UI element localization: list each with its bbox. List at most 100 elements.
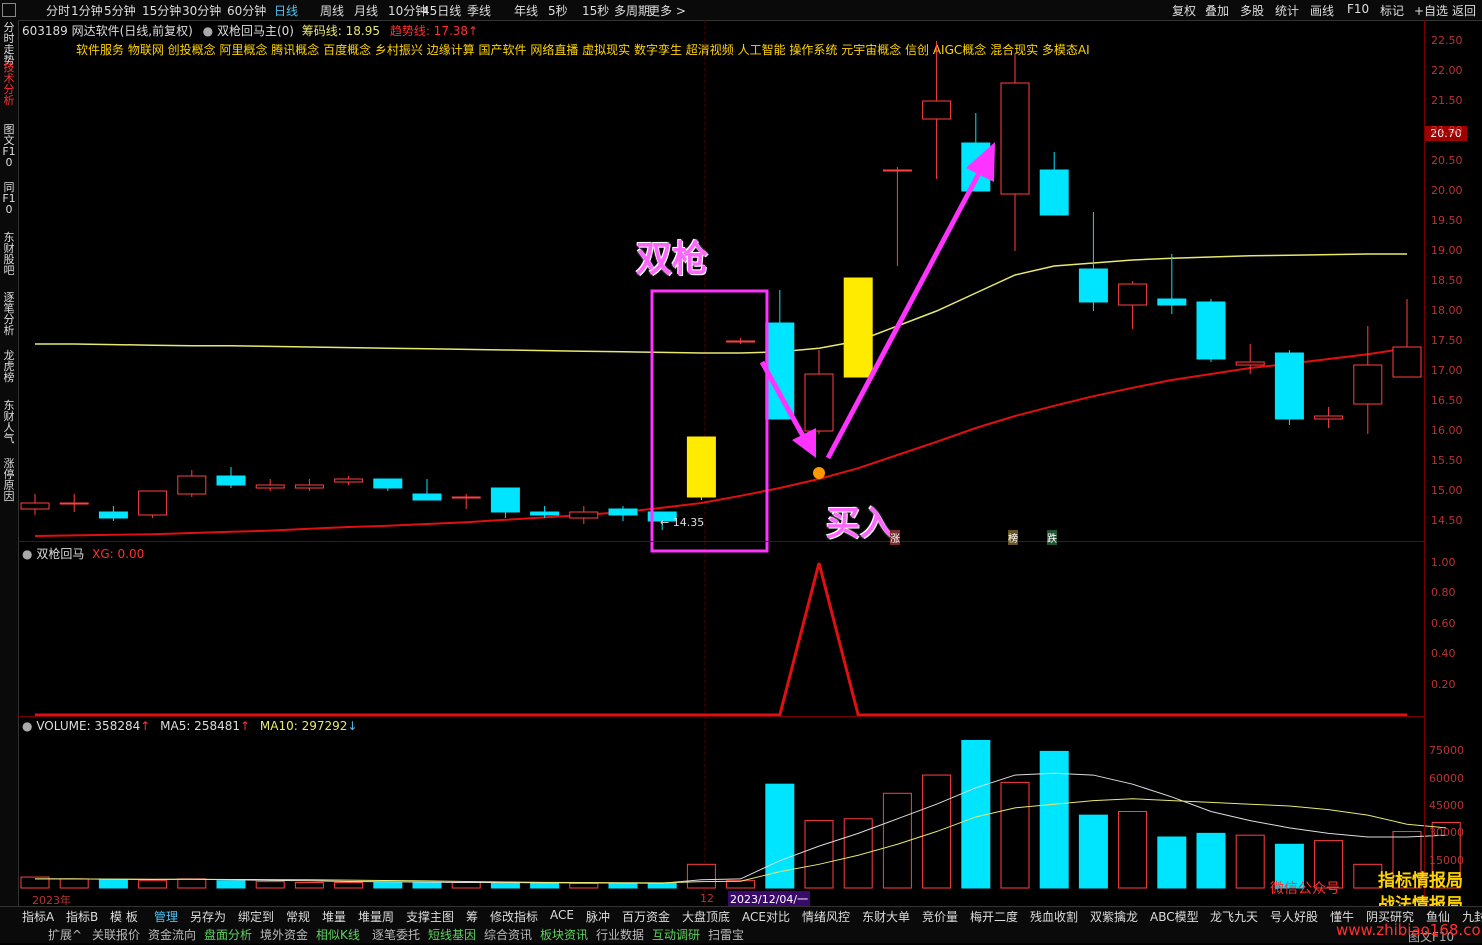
candle-body[interactable]	[569, 511, 599, 519]
function-button[interactable]: 板块资讯	[540, 926, 588, 943]
candle-body[interactable]	[59, 502, 89, 505]
price-axis-label: 17.00	[1431, 364, 1463, 377]
candle-body[interactable]	[686, 436, 716, 498]
function-button[interactable]: 扩展^	[48, 926, 82, 943]
indicator-button[interactable]: 支撑主图	[406, 908, 454, 925]
candle-body[interactable]	[98, 511, 128, 519]
indicator-button[interactable]: ABC模型	[1150, 908, 1199, 925]
indicator-button[interactable]: 另存为	[190, 908, 226, 925]
indicator-button[interactable]: 情绪风控	[802, 908, 850, 925]
candle-body[interactable]	[882, 169, 912, 172]
candle-body[interactable]	[216, 475, 246, 486]
indicator-button[interactable]: 号人好股	[1270, 908, 1318, 925]
candle-body[interactable]	[1235, 361, 1265, 366]
volume-bar	[451, 882, 481, 889]
function-button[interactable]: 短线基因	[428, 926, 476, 943]
indicator-button[interactable]: 残血收割	[1030, 908, 1078, 925]
tag-bang[interactable]: 榜	[1008, 530, 1018, 545]
panel-toggle-icon[interactable]: ●	[22, 547, 32, 561]
indicator-button[interactable]: 大盘顶底	[682, 908, 730, 925]
kline-chart[interactable]	[0, 0, 1482, 942]
indicator-button[interactable]: 绑定到	[238, 908, 274, 925]
function-button[interactable]: 境外资金	[260, 926, 308, 943]
panel-divider[interactable]	[18, 716, 1424, 717]
sub-panel-name[interactable]: 双枪回马	[36, 547, 84, 561]
indicator-button[interactable]: 常规	[286, 908, 310, 925]
price-axis-label: 19.00	[1431, 244, 1463, 257]
function-button[interactable]: 相似K线	[316, 926, 360, 943]
price-axis-label: 20.50	[1431, 154, 1463, 167]
indicator-button[interactable]: 指标A	[22, 908, 54, 925]
indicator-button[interactable]: 管理	[154, 908, 178, 925]
function-button[interactable]: 逐笔委托	[372, 926, 420, 943]
indicator-button[interactable]: 双紫擒龙	[1090, 908, 1138, 925]
indicator-button[interactable]: 百万资金	[622, 908, 670, 925]
volume-bar	[1000, 781, 1030, 889]
buy-signal-marker[interactable]	[813, 467, 825, 479]
indicator-button[interactable]: 堆量	[322, 908, 346, 925]
candle-body[interactable]	[804, 373, 834, 432]
candle-body[interactable]	[451, 496, 481, 499]
candle-body[interactable]	[334, 478, 364, 483]
candle-body[interactable]	[1039, 169, 1069, 216]
volume-bar	[647, 882, 677, 889]
indicator-button[interactable]: 模 板	[110, 908, 138, 925]
indicator-button[interactable]: 东财大单	[862, 908, 910, 925]
function-button[interactable]: 综合资讯	[484, 926, 532, 943]
volume-value: VOLUME: 358284	[36, 719, 141, 733]
candle-body[interactable]	[412, 493, 442, 501]
indicator-button[interactable]: ACE对比	[742, 908, 790, 925]
candle-body[interactable]	[177, 475, 207, 495]
indicator-button[interactable]: 竞价量	[922, 908, 958, 925]
candle-body[interactable]	[1078, 268, 1108, 303]
sub-axis-label: 0.80	[1431, 586, 1456, 600]
candle-body[interactable]	[1392, 346, 1422, 378]
candle-body[interactable]	[294, 484, 324, 489]
candle-body[interactable]	[922, 100, 952, 120]
candle-body[interactable]	[1157, 298, 1187, 306]
indicator-button[interactable]: 筹	[466, 908, 478, 925]
tag-die[interactable]: 跌	[1047, 530, 1057, 545]
candle-body[interactable]	[530, 511, 560, 516]
candle-body[interactable]	[1118, 283, 1148, 306]
volume-bar	[843, 818, 873, 889]
candle-body[interactable]	[1353, 364, 1383, 405]
function-button[interactable]: 行业数据	[596, 926, 644, 943]
candle-body[interactable]	[1314, 415, 1344, 420]
candle-body[interactable]	[20, 502, 50, 510]
candle-body[interactable]	[1274, 352, 1304, 420]
indicator-button[interactable]: 修改指标	[490, 908, 538, 925]
price-axis-label: 22.00	[1431, 64, 1463, 77]
indicator-button[interactable]: 脉冲	[586, 908, 610, 925]
function-button[interactable]: 扫雷宝	[708, 926, 744, 943]
panel-toggle-icon[interactable]: ●	[22, 719, 32, 733]
volume-bar	[216, 880, 246, 889]
candle-body[interactable]	[255, 484, 285, 489]
candle-body[interactable]	[765, 322, 795, 420]
panel-divider[interactable]	[18, 541, 1424, 542]
volume-panel-header: ● VOLUME: 358284↑ MA5: 258481↑ MA10: 297…	[22, 719, 358, 733]
indicator-button[interactable]: 堆量周	[358, 908, 394, 925]
candle-body[interactable]	[1196, 301, 1226, 360]
indicator-button[interactable]: 梅开二度	[970, 908, 1018, 925]
candle-body[interactable]	[490, 487, 520, 513]
month-label: 12	[700, 892, 714, 905]
volume-bar	[373, 882, 403, 889]
tag-zhang[interactable]: 涨	[890, 530, 900, 545]
indicator-button[interactable]: ACE	[550, 908, 574, 922]
candle-body[interactable]	[138, 490, 168, 516]
candle-body[interactable]	[608, 508, 638, 516]
function-button[interactable]: 资金流向	[148, 926, 196, 943]
function-button[interactable]: 互动调研	[652, 926, 700, 943]
candle-body[interactable]	[373, 478, 403, 489]
candle-body[interactable]	[1000, 82, 1030, 195]
volume-bar	[490, 882, 520, 889]
volume-bar	[1039, 750, 1069, 889]
candle-body[interactable]	[726, 340, 756, 343]
indicator-button[interactable]: 指标B	[66, 908, 98, 925]
candle-body[interactable]	[843, 277, 873, 378]
indicator-button[interactable]: 龙飞九天	[1210, 908, 1258, 925]
price-axis-label: 22.50	[1431, 34, 1463, 47]
function-button[interactable]: 关联报价	[92, 926, 140, 943]
function-button[interactable]: 盘面分析	[204, 926, 252, 943]
